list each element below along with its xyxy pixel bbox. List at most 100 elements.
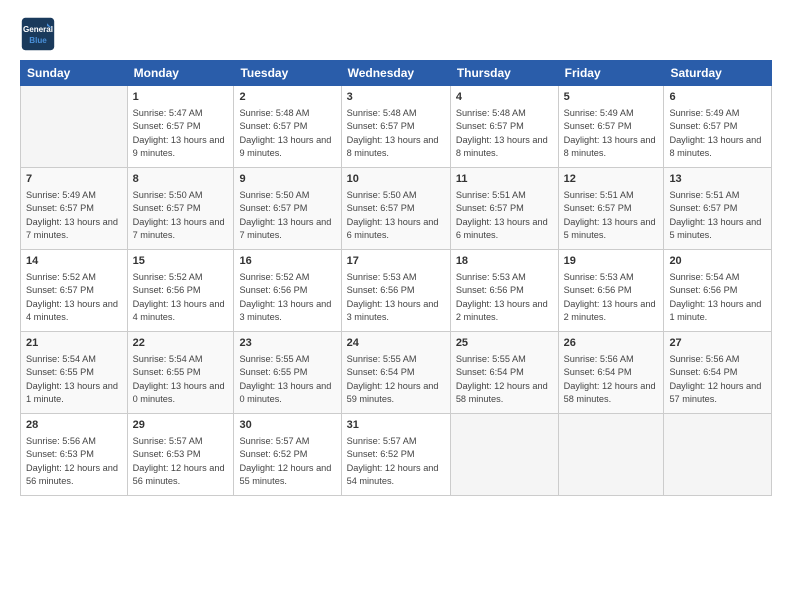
day-number: 9 [239, 172, 335, 187]
day-cell: 21 Sunrise: 5:54 AMSunset: 6:55 PMDayligh… [21, 332, 128, 414]
day-cell: 17 Sunrise: 5:53 AMSunset: 6:56 PMDayligh… [341, 250, 450, 332]
weekday-header-row: SundayMondayTuesdayWednesdayThursdayFrid… [21, 61, 772, 86]
day-cell: 3 Sunrise: 5:48 AMSunset: 6:57 PMDaylight… [341, 86, 450, 168]
day-number: 15 [133, 254, 229, 269]
day-cell: 24Sunrise: 5:55 AMSunset: 6:54 PMDayligh… [341, 332, 450, 414]
day-number: 20 [669, 254, 766, 269]
day-cell: 20 Sunrise: 5:54 AMSunset: 6:56 PMDayligh… [664, 250, 772, 332]
day-info: Sunrise: 5:47 AMSunset: 6:57 PMDaylight:… [133, 108, 225, 159]
day-number: 21 [26, 336, 122, 351]
day-number: 12 [564, 172, 659, 187]
day-info: Sunrise: 5:48 AMSunset: 6:57 PMDaylight:… [347, 108, 439, 159]
day-cell: 28 Sunrise: 5:56 AMSunset: 6:53 PMDayligh… [21, 414, 128, 496]
day-info: Sunrise: 5:57 AMSunset: 6:52 PMDaylight:… [347, 436, 439, 487]
day-number: 8 [133, 172, 229, 187]
weekday-header-wednesday: Wednesday [341, 61, 450, 86]
day-cell: 25 Sunrise: 5:55 AMSunset: 6:54 PMDayligh… [450, 332, 558, 414]
weekday-header-monday: Monday [127, 61, 234, 86]
day-info: Sunrise: 5:52 AMSunset: 6:56 PMDaylight:… [239, 272, 331, 323]
day-cell [664, 414, 772, 496]
day-info: Sunrise: 5:53 AMSunset: 6:56 PMDaylight:… [564, 272, 656, 323]
page: General Blue SundayMondayTuesdayWednesda… [0, 0, 792, 512]
day-number: 31 [347, 418, 445, 433]
day-info: Sunrise: 5:53 AMSunset: 6:56 PMDaylight:… [347, 272, 439, 323]
day-number: 27 [669, 336, 766, 351]
day-info: Sunrise: 5:52 AMSunset: 6:56 PMDaylight:… [133, 272, 225, 323]
day-info: Sunrise: 5:56 AMSunset: 6:54 PMDaylight:… [564, 354, 656, 405]
day-cell: 19 Sunrise: 5:53 AMSunset: 6:56 PMDayligh… [558, 250, 664, 332]
day-info: Sunrise: 5:49 AMSunset: 6:57 PMDaylight:… [26, 190, 118, 241]
week-row-1: 7 Sunrise: 5:49 AMSunset: 6:57 PMDaylight… [21, 168, 772, 250]
weekday-header-sunday: Sunday [21, 61, 128, 86]
day-cell: 15 Sunrise: 5:52 AMSunset: 6:56 PMDayligh… [127, 250, 234, 332]
day-cell: 11 Sunrise: 5:51 AMSunset: 6:57 PMDayligh… [450, 168, 558, 250]
day-info: Sunrise: 5:55 AMSunset: 6:55 PMDaylight:… [239, 354, 331, 405]
week-row-2: 14 Sunrise: 5:52 AMSunset: 6:57 PMDayligh… [21, 250, 772, 332]
day-number: 17 [347, 254, 445, 269]
week-row-3: 21 Sunrise: 5:54 AMSunset: 6:55 PMDayligh… [21, 332, 772, 414]
day-cell: 14 Sunrise: 5:52 AMSunset: 6:57 PMDayligh… [21, 250, 128, 332]
day-info: Sunrise: 5:56 AMSunset: 6:53 PMDaylight:… [26, 436, 118, 487]
day-cell: 29Sunrise: 5:57 AMSunset: 6:53 PMDayligh… [127, 414, 234, 496]
day-number: 22 [133, 336, 229, 351]
day-info: Sunrise: 5:51 AMSunset: 6:57 PMDaylight:… [564, 190, 656, 241]
day-info: Sunrise: 5:56 AMSunset: 6:54 PMDaylight:… [669, 354, 761, 405]
day-cell: 9Sunrise: 5:50 AMSunset: 6:57 PMDaylight… [234, 168, 341, 250]
day-number: 11 [456, 172, 553, 187]
day-cell: 26Sunrise: 5:56 AMSunset: 6:54 PMDayligh… [558, 332, 664, 414]
day-number: 28 [26, 418, 122, 433]
day-info: Sunrise: 5:54 AMSunset: 6:56 PMDaylight:… [669, 272, 761, 323]
day-info: Sunrise: 5:51 AMSunset: 6:57 PMDaylight:… [456, 190, 548, 241]
day-number: 6 [669, 90, 766, 105]
day-cell: 7 Sunrise: 5:49 AMSunset: 6:57 PMDaylight… [21, 168, 128, 250]
day-info: Sunrise: 5:54 AMSunset: 6:55 PMDaylight:… [26, 354, 118, 405]
day-cell: 31 Sunrise: 5:57 AMSunset: 6:52 PMDayligh… [341, 414, 450, 496]
day-number: 19 [564, 254, 659, 269]
day-cell: 5 Sunrise: 5:49 AMSunset: 6:57 PMDaylight… [558, 86, 664, 168]
day-number: 10 [347, 172, 445, 187]
day-info: Sunrise: 5:49 AMSunset: 6:57 PMDaylight:… [564, 108, 656, 159]
weekday-header-friday: Friday [558, 61, 664, 86]
day-cell: 27 Sunrise: 5:56 AMSunset: 6:54 PMDayligh… [664, 332, 772, 414]
day-cell [558, 414, 664, 496]
weekday-header-saturday: Saturday [664, 61, 772, 86]
day-info: Sunrise: 5:50 AMSunset: 6:57 PMDaylight:… [347, 190, 439, 241]
day-info: Sunrise: 5:55 AMSunset: 6:54 PMDaylight:… [456, 354, 548, 405]
day-number: 4 [456, 90, 553, 105]
day-number: 7 [26, 172, 122, 187]
day-number: 24 [347, 336, 445, 351]
day-number: 3 [347, 90, 445, 105]
day-cell [450, 414, 558, 496]
day-info: Sunrise: 5:57 AMSunset: 6:52 PMDaylight:… [239, 436, 331, 487]
day-cell: 13 Sunrise: 5:51 AMSunset: 6:57 PMDayligh… [664, 168, 772, 250]
day-cell: 30 Sunrise: 5:57 AMSunset: 6:52 PMDayligh… [234, 414, 341, 496]
day-number: 23 [239, 336, 335, 351]
day-cell: 4 Sunrise: 5:48 AMSunset: 6:57 PMDaylight… [450, 86, 558, 168]
day-number: 13 [669, 172, 766, 187]
day-info: Sunrise: 5:51 AMSunset: 6:57 PMDaylight:… [669, 190, 761, 241]
day-number: 16 [239, 254, 335, 269]
logo-icon: General Blue [20, 16, 56, 52]
day-number: 30 [239, 418, 335, 433]
day-info: Sunrise: 5:53 AMSunset: 6:56 PMDaylight:… [456, 272, 548, 323]
weekday-header-thursday: Thursday [450, 61, 558, 86]
calendar-table: SundayMondayTuesdayWednesdayThursdayFrid… [20, 60, 772, 496]
weekday-header-tuesday: Tuesday [234, 61, 341, 86]
day-cell: 12 Sunrise: 5:51 AMSunset: 6:57 PMDayligh… [558, 168, 664, 250]
day-info: Sunrise: 5:52 AMSunset: 6:57 PMDaylight:… [26, 272, 118, 323]
day-number: 29 [133, 418, 229, 433]
day-number: 2 [239, 90, 335, 105]
week-row-0: 1 Sunrise: 5:47 AMSunset: 6:57 PMDaylight… [21, 86, 772, 168]
day-number: 5 [564, 90, 659, 105]
day-cell: 8 Sunrise: 5:50 AMSunset: 6:57 PMDaylight… [127, 168, 234, 250]
day-info: Sunrise: 5:48 AMSunset: 6:57 PMDaylight:… [456, 108, 548, 159]
day-info: Sunrise: 5:54 AMSunset: 6:55 PMDaylight:… [133, 354, 225, 405]
day-info: Sunrise: 5:50 AMSunset: 6:57 PMDaylight:… [133, 190, 225, 241]
day-number: 14 [26, 254, 122, 269]
day-cell: 10 Sunrise: 5:50 AMSunset: 6:57 PMDayligh… [341, 168, 450, 250]
day-cell: 23 Sunrise: 5:55 AMSunset: 6:55 PMDayligh… [234, 332, 341, 414]
header: General Blue [20, 16, 772, 52]
day-number: 1 [133, 90, 229, 105]
day-number: 25 [456, 336, 553, 351]
day-cell: 18Sunrise: 5:53 AMSunset: 6:56 PMDayligh… [450, 250, 558, 332]
